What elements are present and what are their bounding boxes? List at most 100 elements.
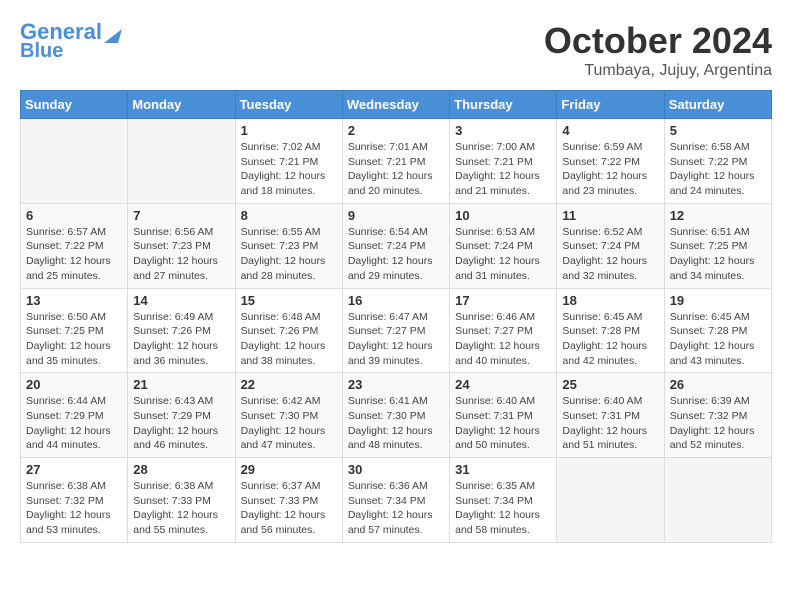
day-number: 31 <box>455 462 551 477</box>
calendar-cell: 13 Sunrise: 6:50 AM Sunset: 7:25 PM Dayli… <box>21 288 128 373</box>
weekday-header: Tuesday <box>235 91 342 119</box>
day-info: Sunrise: 6:55 AM Sunset: 7:23 PM Dayligh… <box>241 225 337 284</box>
day-info: Sunrise: 6:44 AM Sunset: 7:29 PM Dayligh… <box>26 394 122 453</box>
calendar-cell: 30 Sunrise: 6:36 AM Sunset: 7:34 PM Dayli… <box>342 458 449 543</box>
calendar-cell: 27Sunrise: 6:38 AM Sunset: 7:32 PM Dayli… <box>21 458 128 543</box>
day-info: Sunrise: 6:39 AM Sunset: 7:32 PM Dayligh… <box>670 394 766 453</box>
day-number: 11 <box>562 208 658 223</box>
calendar-cell: 31 Sunrise: 6:35 AM Sunset: 7:34 PM Dayli… <box>450 458 557 543</box>
calendar-cell: 21 Sunrise: 6:43 AM Sunset: 7:29 PM Dayli… <box>128 373 235 458</box>
calendar-cell: 16 Sunrise: 6:47 AM Sunset: 7:27 PM Dayli… <box>342 288 449 373</box>
day-number: 24 <box>455 377 551 392</box>
weekday-header: Friday <box>557 91 664 119</box>
calendar-cell: 9Sunrise: 6:54 AM Sunset: 7:24 PM Daylig… <box>342 203 449 288</box>
day-info: Sunrise: 6:59 AM Sunset: 7:22 PM Dayligh… <box>562 140 658 199</box>
day-number: 30 <box>348 462 444 477</box>
day-number: 7 <box>133 208 229 223</box>
calendar-week-row: 27Sunrise: 6:38 AM Sunset: 7:32 PM Dayli… <box>21 458 772 543</box>
day-info: Sunrise: 6:47 AM Sunset: 7:27 PM Dayligh… <box>348 310 444 369</box>
day-info: Sunrise: 6:43 AM Sunset: 7:29 PM Dayligh… <box>133 394 229 453</box>
calendar-cell: 20 Sunrise: 6:44 AM Sunset: 7:29 PM Dayli… <box>21 373 128 458</box>
day-info: Sunrise: 6:53 AM Sunset: 7:24 PM Dayligh… <box>455 225 551 284</box>
calendar-cell: 28 Sunrise: 6:38 AM Sunset: 7:33 PM Dayli… <box>128 458 235 543</box>
calendar-cell: 10Sunrise: 6:53 AM Sunset: 7:24 PM Dayli… <box>450 203 557 288</box>
day-info: Sunrise: 7:01 AM Sunset: 7:21 PM Dayligh… <box>348 140 444 199</box>
calendar-cell: 12Sunrise: 6:51 AM Sunset: 7:25 PM Dayli… <box>664 203 771 288</box>
calendar-cell: 29 Sunrise: 6:37 AM Sunset: 7:33 PM Dayli… <box>235 458 342 543</box>
day-info: Sunrise: 6:42 AM Sunset: 7:30 PM Dayligh… <box>241 394 337 453</box>
day-info: Sunrise: 6:36 AM Sunset: 7:34 PM Dayligh… <box>348 479 444 538</box>
day-info: Sunrise: 6:35 AM Sunset: 7:34 PM Dayligh… <box>455 479 551 538</box>
day-info: Sunrise: 6:46 AM Sunset: 7:27 PM Dayligh… <box>455 310 551 369</box>
calendar-cell <box>664 458 771 543</box>
day-number: 1 <box>241 123 337 138</box>
calendar-cell: 2 Sunrise: 7:01 AM Sunset: 7:21 PM Daylig… <box>342 119 449 204</box>
calendar-cell: 11 Sunrise: 6:52 AM Sunset: 7:24 PM Dayli… <box>557 203 664 288</box>
day-info: Sunrise: 6:49 AM Sunset: 7:26 PM Dayligh… <box>133 310 229 369</box>
calendar-cell <box>557 458 664 543</box>
day-number: 15 <box>241 293 337 308</box>
calendar-cell: 24Sunrise: 6:40 AM Sunset: 7:31 PM Dayli… <box>450 373 557 458</box>
calendar-cell: 6Sunrise: 6:57 AM Sunset: 7:22 PM Daylig… <box>21 203 128 288</box>
calendar-cell: 17Sunrise: 6:46 AM Sunset: 7:27 PM Dayli… <box>450 288 557 373</box>
day-number: 23 <box>348 377 444 392</box>
calendar-cell: 1 Sunrise: 7:02 AM Sunset: 7:21 PM Daylig… <box>235 119 342 204</box>
weekday-header: Saturday <box>664 91 771 119</box>
calendar-week-row: 20 Sunrise: 6:44 AM Sunset: 7:29 PM Dayli… <box>21 373 772 458</box>
day-number: 29 <box>241 462 337 477</box>
calendar-cell: 22 Sunrise: 6:42 AM Sunset: 7:30 PM Dayli… <box>235 373 342 458</box>
day-number: 3 <box>455 123 551 138</box>
logo-bird-icon <box>104 21 122 43</box>
day-info: Sunrise: 6:40 AM Sunset: 7:31 PM Dayligh… <box>562 394 658 453</box>
calendar-cell: 8 Sunrise: 6:55 AM Sunset: 7:23 PM Daylig… <box>235 203 342 288</box>
calendar-cell: 15 Sunrise: 6:48 AM Sunset: 7:26 PM Dayli… <box>235 288 342 373</box>
calendar-cell: 26Sunrise: 6:39 AM Sunset: 7:32 PM Dayli… <box>664 373 771 458</box>
day-info: Sunrise: 6:50 AM Sunset: 7:25 PM Dayligh… <box>26 310 122 369</box>
day-number: 4 <box>562 123 658 138</box>
day-info: Sunrise: 7:00 AM Sunset: 7:21 PM Dayligh… <box>455 140 551 199</box>
day-number: 25 <box>562 377 658 392</box>
day-info: Sunrise: 6:48 AM Sunset: 7:26 PM Dayligh… <box>241 310 337 369</box>
day-info: Sunrise: 6:37 AM Sunset: 7:33 PM Dayligh… <box>241 479 337 538</box>
day-number: 22 <box>241 377 337 392</box>
day-number: 13 <box>26 293 122 308</box>
weekday-header: Wednesday <box>342 91 449 119</box>
calendar-table: SundayMondayTuesdayWednesdayThursdayFrid… <box>20 90 772 543</box>
day-number: 8 <box>241 208 337 223</box>
day-number: 14 <box>133 293 229 308</box>
calendar-cell: 7 Sunrise: 6:56 AM Sunset: 7:23 PM Daylig… <box>128 203 235 288</box>
day-info: Sunrise: 6:57 AM Sunset: 7:22 PM Dayligh… <box>26 225 122 284</box>
day-number: 16 <box>348 293 444 308</box>
day-number: 2 <box>348 123 444 138</box>
day-info: Sunrise: 6:54 AM Sunset: 7:24 PM Dayligh… <box>348 225 444 284</box>
weekday-header: Thursday <box>450 91 557 119</box>
day-number: 21 <box>133 377 229 392</box>
day-number: 19 <box>670 293 766 308</box>
day-info: Sunrise: 6:56 AM Sunset: 7:23 PM Dayligh… <box>133 225 229 284</box>
logo: General Blue <box>20 20 122 62</box>
calendar-cell: 4 Sunrise: 6:59 AM Sunset: 7:22 PM Daylig… <box>557 119 664 204</box>
day-info: Sunrise: 6:52 AM Sunset: 7:24 PM Dayligh… <box>562 225 658 284</box>
calendar-cell: 14 Sunrise: 6:49 AM Sunset: 7:26 PM Dayli… <box>128 288 235 373</box>
day-info: Sunrise: 6:38 AM Sunset: 7:33 PM Dayligh… <box>133 479 229 538</box>
day-number: 20 <box>26 377 122 392</box>
day-info: Sunrise: 6:45 AM Sunset: 7:28 PM Dayligh… <box>670 310 766 369</box>
calendar-week-row: 6Sunrise: 6:57 AM Sunset: 7:22 PM Daylig… <box>21 203 772 288</box>
day-number: 28 <box>133 462 229 477</box>
location-subtitle: Tumbaya, Jujuy, Argentina <box>544 62 772 80</box>
weekday-header: Sunday <box>21 91 128 119</box>
day-info: Sunrise: 6:38 AM Sunset: 7:32 PM Dayligh… <box>26 479 122 538</box>
calendar-cell: 25 Sunrise: 6:40 AM Sunset: 7:31 PM Dayli… <box>557 373 664 458</box>
day-number: 12 <box>670 208 766 223</box>
weekday-header-row: SundayMondayTuesdayWednesdayThursdayFrid… <box>21 91 772 119</box>
day-number: 5 <box>670 123 766 138</box>
day-info: Sunrise: 6:58 AM Sunset: 7:22 PM Dayligh… <box>670 140 766 199</box>
calendar-week-row: 1 Sunrise: 7:02 AM Sunset: 7:21 PM Daylig… <box>21 119 772 204</box>
calendar-week-row: 13 Sunrise: 6:50 AM Sunset: 7:25 PM Dayli… <box>21 288 772 373</box>
page-header: General Blue October 2024 Tumbaya, Jujuy… <box>20 20 772 80</box>
day-info: Sunrise: 7:02 AM Sunset: 7:21 PM Dayligh… <box>241 140 337 199</box>
calendar-cell: 3 Sunrise: 7:00 AM Sunset: 7:21 PM Daylig… <box>450 119 557 204</box>
calendar-cell: 5 Sunrise: 6:58 AM Sunset: 7:22 PM Daylig… <box>664 119 771 204</box>
day-number: 18 <box>562 293 658 308</box>
calendar-cell: 18Sunrise: 6:45 AM Sunset: 7:28 PM Dayli… <box>557 288 664 373</box>
